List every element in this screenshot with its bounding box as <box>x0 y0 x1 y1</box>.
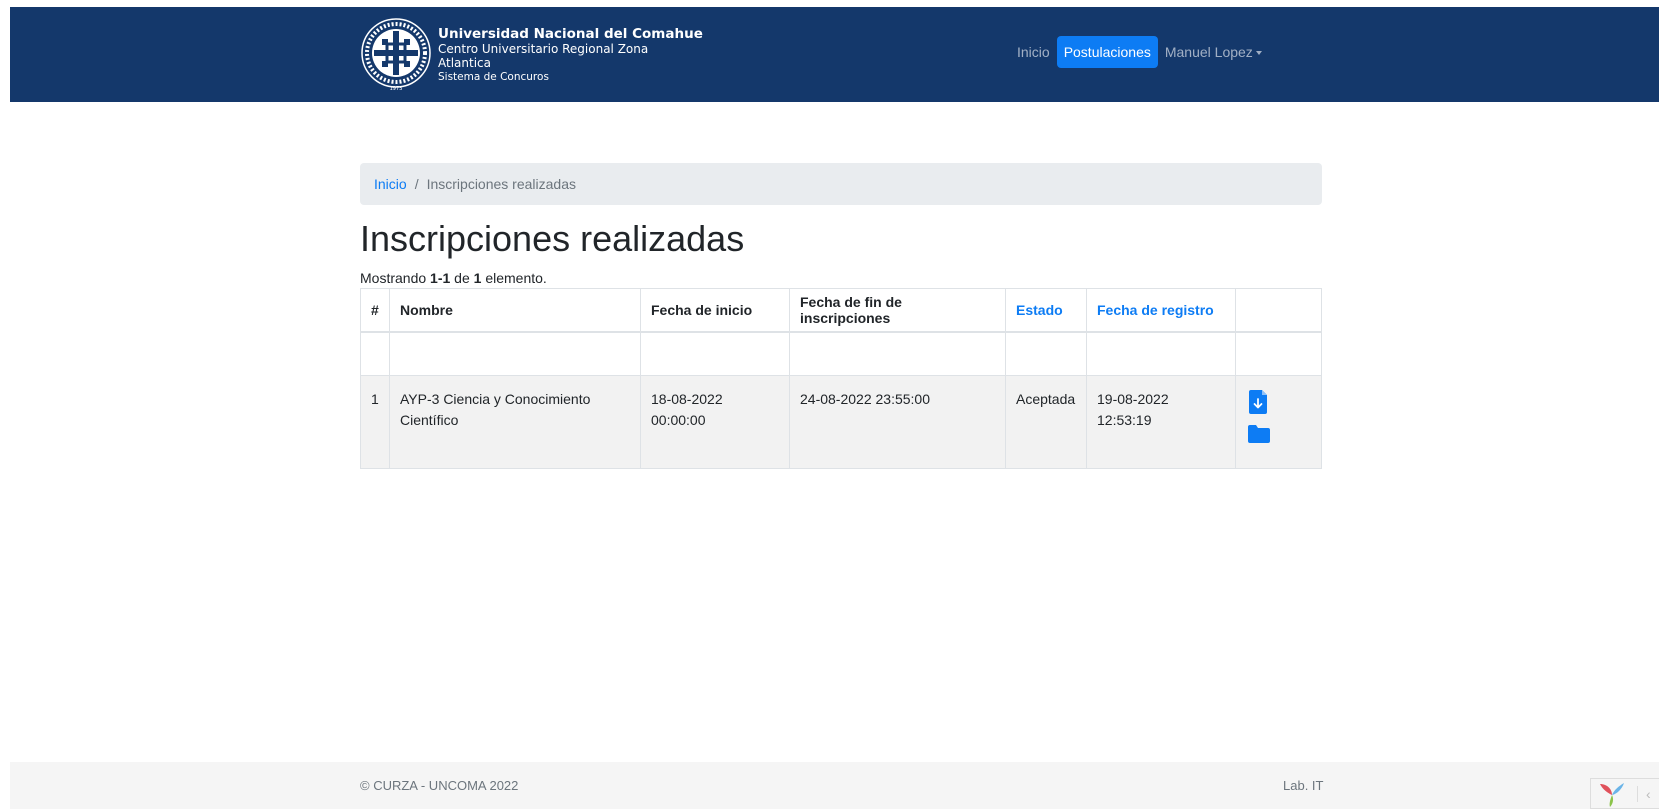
nav-postulaciones[interactable]: Postulaciones <box>1056 36 1158 68</box>
inscriptions-table: # Nombre Fecha de inicio Fecha de fin de… <box>360 288 1322 469</box>
system-name: Sistema de Concuros <box>438 70 549 83</box>
col-nombre: Nombre <box>389 288 641 333</box>
filter-cell <box>1086 331 1236 376</box>
filter-row <box>360 331 1322 376</box>
cell-actions <box>1235 375 1322 469</box>
summary-range: 1-1 <box>430 270 451 286</box>
brand-text: Universidad Nacional del Comahue Centro … <box>438 26 703 84</box>
svg-text:1973: 1973 <box>390 86 403 92</box>
center-name-line2: Atlantica <box>438 55 491 70</box>
col-fecha-registro-sort-link[interactable]: Fecha de registro <box>1086 288 1236 333</box>
yii-logo-icon[interactable] <box>1597 780 1627 808</box>
filter-cell <box>789 331 1006 376</box>
footer-copyright: © CURZA - UNCOMA 2022 <box>360 778 519 793</box>
university-name: Universidad Nacional del Comahue <box>438 25 703 42</box>
summary-middle: de <box>454 270 470 286</box>
breadcrumb: Inicio / Inscripciones realizadas <box>360 163 1322 205</box>
breadcrumb-home[interactable]: Inicio <box>374 176 407 192</box>
cell-number: 1 <box>360 375 390 469</box>
grid-summary: Mostrando 1-1 de 1 elemento. <box>360 270 547 286</box>
summary-total: 1 <box>473 270 482 286</box>
cell-fecha-inicio: 18-08-2022 00:00:00 <box>640 375 790 469</box>
cell-nombre: AYP-3 Ciencia y Conocimiento Científico <box>389 375 641 469</box>
col-fecha-inicio: Fecha de inicio <box>640 288 790 333</box>
summary-prefix: Mostrando <box>360 270 427 286</box>
footer-lab: Lab. IT <box>1283 778 1324 793</box>
top-navbar: 1973 Universidad Nacional del Comahue Ce… <box>10 7 1659 102</box>
caret-down-icon <box>1255 51 1262 55</box>
cell-fecha-fin: 24-08-2022 23:55:00 <box>789 375 1006 469</box>
footer: © CURZA - UNCOMA 2022 Lab. IT <box>10 762 1659 809</box>
col-estado-sort-link[interactable]: Estado <box>1005 288 1087 333</box>
center-name-line1: Centro Universitario Regional Zona <box>438 41 649 56</box>
page-title: Inscripciones realizadas <box>360 218 745 259</box>
user-menu-toggle[interactable]: Manuel Lopez <box>1158 36 1269 68</box>
filter-cell <box>1235 331 1322 376</box>
col-actions <box>1235 288 1322 333</box>
table-row: 1 AYP-3 Ciencia y Conocimiento Científic… <box>360 375 1322 469</box>
summary-suffix: elemento. <box>485 270 547 286</box>
filter-cell <box>360 331 390 376</box>
debug-toolbar-toggle[interactable]: ‹ <box>1637 785 1651 802</box>
folder-icon[interactable] <box>1247 421 1271 447</box>
nav-inicio[interactable]: Inicio <box>1010 36 1057 68</box>
user-name: Manuel Lopez <box>1164 44 1253 60</box>
university-seal-logo: 1973 <box>361 18 431 92</box>
file-download-icon[interactable] <box>1247 389 1271 415</box>
breadcrumb-current: Inscripciones realizadas <box>426 176 576 192</box>
main-nav: Inicio Postulaciones Manuel Lopez <box>1010 36 1269 68</box>
filter-cell <box>640 331 790 376</box>
breadcrumb-separator: / <box>414 176 419 192</box>
table-header-row: # Nombre Fecha de inicio Fecha de fin de… <box>360 288 1322 333</box>
col-number: # <box>360 288 390 333</box>
filter-cell <box>1005 331 1087 376</box>
col-fecha-fin: Fecha de fin de inscripciones <box>789 288 1006 333</box>
debug-toolbar[interactable]: ‹ <box>1590 778 1659 809</box>
cell-fecha-registro: 19-08-2022 12:53:19 <box>1086 375 1236 469</box>
cell-estado: Aceptada <box>1005 375 1087 469</box>
filter-cell <box>389 331 641 376</box>
brand[interactable]: 1973 Universidad Nacional del Comahue Ce… <box>360 17 703 92</box>
